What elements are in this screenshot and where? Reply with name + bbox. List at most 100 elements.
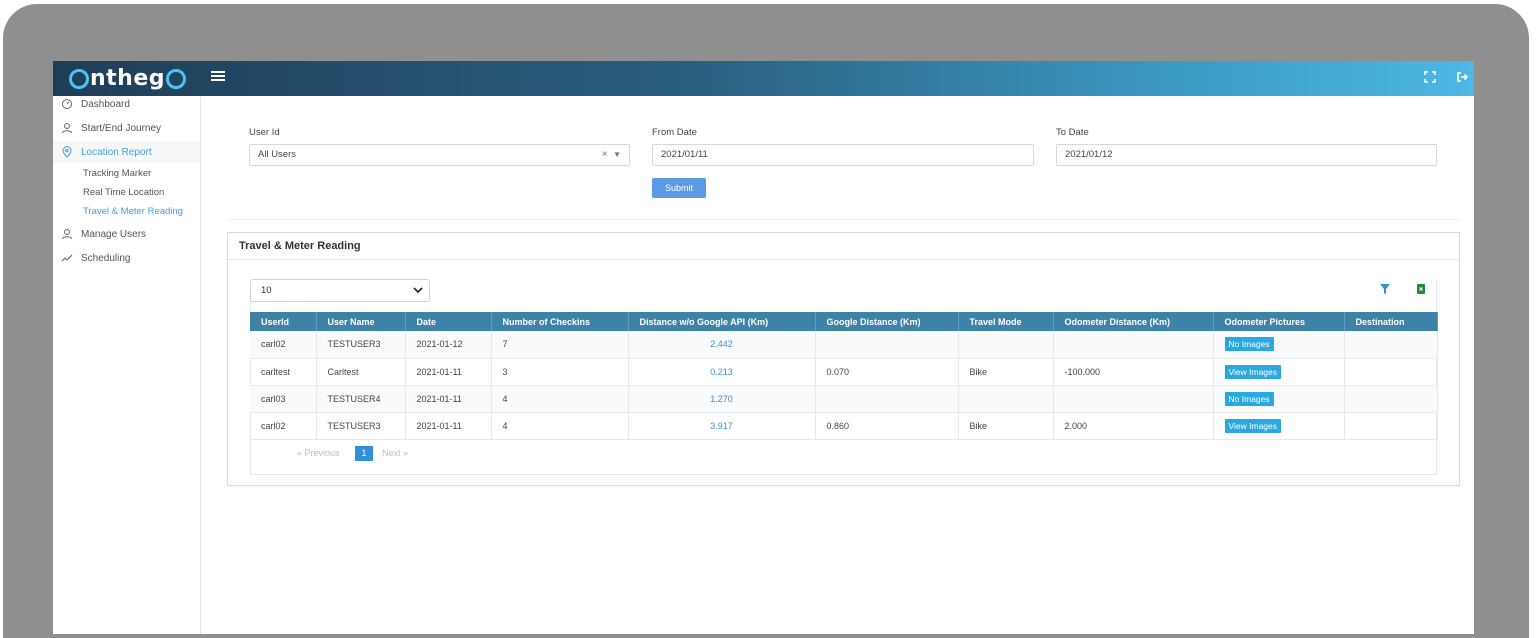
no-images-button[interactable]: No Images	[1224, 391, 1274, 406]
cell-destination	[1344, 358, 1438, 386]
user-id-label: User Id	[249, 127, 280, 138]
app-screen: nthe g Dashboard Start/End Journey Locati…	[53, 61, 1474, 634]
cell-checkins: 4	[491, 412, 629, 440]
dashboard-icon	[62, 99, 72, 109]
cell-userid: carl02	[250, 331, 317, 359]
column-header[interactable]: Destination	[1344, 312, 1438, 331]
column-header[interactable]: Travel Mode	[958, 312, 1054, 331]
column-header[interactable]: Odometer Distance (Km)	[1053, 312, 1214, 331]
filter-icon[interactable]	[1379, 283, 1391, 295]
cell-username: TESTUSER3	[316, 412, 406, 440]
cell-distance-link[interactable]: 2.442	[628, 331, 816, 359]
cell-travel-mode	[958, 385, 1054, 413]
fullscreen-icon[interactable]	[1423, 70, 1437, 84]
cell-distance-link[interactable]: 0.213	[628, 358, 816, 386]
menu-toggle-icon[interactable]	[211, 69, 225, 83]
cell-destination	[1344, 385, 1438, 413]
page-length-select[interactable]: 10	[250, 279, 430, 302]
cell-date: 2021-01-11	[405, 358, 492, 386]
sidebar-subitem-real-time-location[interactable]: Real Time Location	[83, 185, 164, 201]
column-header[interactable]: Google Distance (Km)	[815, 312, 959, 331]
table-row: carl02 TESTUSER3 2021-01-11 4 3.917 0.86…	[250, 412, 1438, 440]
sidebar-item-label: Start/End Journey	[81, 122, 162, 134]
column-header[interactable]: Distance w/o Google API (Km)	[628, 312, 816, 331]
user-id-select[interactable]: All Users × ▼	[249, 144, 630, 166]
logo-ring-icon	[69, 69, 89, 89]
chevron-down-icon[interactable]: ▼	[613, 150, 621, 159]
pagination-previous[interactable]: « Previous	[297, 446, 340, 461]
sidebar-subitem-travel-meter[interactable]: Travel & Meter Reading	[83, 204, 183, 220]
top-navbar: nthe g	[53, 61, 1474, 96]
cell-distance-link[interactable]: 1.270	[628, 385, 816, 413]
from-date-label: From Date	[652, 127, 697, 138]
from-date-input[interactable]: 2021/01/11	[652, 144, 1034, 166]
clear-icon[interactable]: ×	[602, 149, 608, 160]
cell-google-distance	[815, 331, 959, 359]
cell-pictures: No Images	[1213, 385, 1345, 413]
cell-userid: carl02	[250, 412, 317, 440]
submit-button[interactable]: Submit	[652, 178, 706, 198]
cell-checkins: 7	[491, 331, 629, 359]
cell-distance-link[interactable]: 3.917	[628, 412, 816, 440]
column-header[interactable]: Odometer Pictures	[1213, 312, 1345, 331]
pagination-next[interactable]: Next »	[382, 446, 408, 461]
logout-icon[interactable]	[1455, 70, 1469, 84]
cell-google-distance: 0.070	[815, 358, 959, 386]
cell-google-distance	[815, 385, 959, 413]
sidebar-item-label: Manage Users	[81, 228, 147, 240]
cell-destination	[1344, 412, 1438, 440]
cell-checkins: 4	[491, 385, 629, 413]
to-date-input[interactable]: 2021/01/12	[1056, 144, 1437, 166]
report-title: Travel & Meter Reading	[228, 233, 1459, 260]
sidebar-item-scheduling[interactable]: Scheduling	[53, 247, 200, 269]
cell-travel-mode	[958, 331, 1054, 359]
trend-line-icon	[61, 254, 73, 262]
sidebar-item-journey[interactable]: Start/End Journey	[53, 117, 200, 139]
pagination-page-current[interactable]: 1	[355, 446, 373, 461]
cell-userid: carl03	[250, 385, 317, 413]
cell-odometer	[1053, 385, 1214, 413]
view-images-button[interactable]: View Images	[1224, 418, 1282, 433]
cell-date: 2021-01-11	[405, 385, 492, 413]
cell-checkins: 3	[491, 358, 629, 386]
report-card: Travel & Meter Reading 10 UserId User Na…	[227, 232, 1460, 486]
cell-odometer: -100.000	[1053, 358, 1214, 386]
sidebar-item-label: Location Report	[81, 146, 152, 158]
column-header[interactable]: Number of Checkins	[491, 312, 629, 331]
cell-username: Carltest	[316, 358, 406, 386]
travel-report-table: UserId User Name Date Number of Checkins…	[250, 312, 1438, 440]
cell-travel-mode: Bike	[958, 412, 1054, 440]
excel-export-icon[interactable]	[1415, 283, 1427, 295]
column-header[interactable]: UserId	[250, 312, 317, 331]
no-images-button[interactable]: No Images	[1224, 337, 1274, 352]
column-header[interactable]: User Name	[316, 312, 406, 331]
sidebar-subitem-tracking-marker[interactable]: Tracking Marker	[83, 166, 151, 182]
sidebar-item-label: Scheduling	[81, 252, 131, 264]
sidebar: Dashboard Start/End Journey Location Rep…	[53, 96, 201, 634]
sidebar-item-label: Dashboard	[81, 98, 130, 110]
table-row: carltest Carltest 2021-01-11 3 0.213 0.0…	[250, 358, 1438, 386]
table-header-row: UserId User Name Date Number of Checkins…	[250, 312, 1438, 331]
logo-text-g: g	[148, 65, 166, 91]
view-images-button[interactable]: View Images	[1224, 364, 1282, 379]
divider	[227, 219, 1461, 220]
user-icon	[62, 123, 72, 134]
table-row: carl03 TESTUSER4 2021-01-11 4 1.270 No I…	[250, 385, 1438, 413]
sidebar-item-dashboard[interactable]: Dashboard	[53, 93, 200, 115]
user-icon	[62, 229, 72, 240]
chevron-down-icon	[413, 287, 423, 294]
cell-date: 2021-01-11	[405, 412, 492, 440]
column-header[interactable]: Date	[405, 312, 492, 331]
user-id-value: All Users	[258, 149, 297, 160]
cell-odometer	[1053, 331, 1214, 359]
logo-ring-icon	[166, 69, 187, 89]
sidebar-item-location-report[interactable]: Location Report	[53, 141, 200, 163]
cell-google-distance: 0.860	[815, 412, 959, 440]
cell-odometer: 2.000	[1053, 412, 1214, 440]
app-logo[interactable]: nthe g	[68, 65, 187, 91]
logo-text: nthe	[90, 65, 149, 91]
sidebar-item-manage-users[interactable]: Manage Users	[53, 223, 200, 245]
cell-username: TESTUSER4	[316, 385, 406, 413]
cell-destination	[1344, 331, 1438, 359]
page-length-value: 10	[261, 285, 272, 296]
